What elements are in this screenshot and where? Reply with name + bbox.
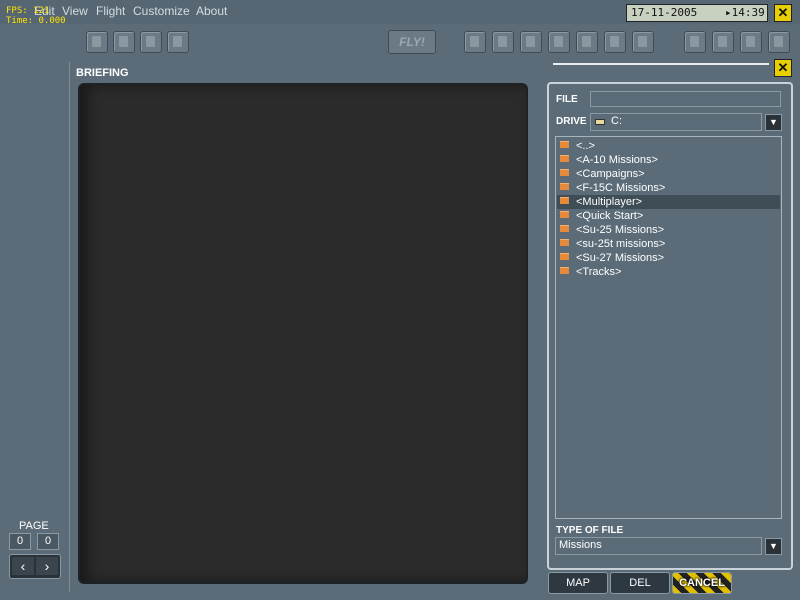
menu-flight[interactable]: Flight (96, 4, 125, 18)
file-name-input[interactable] (590, 91, 781, 107)
folder-icon (560, 169, 569, 176)
file-list-item[interactable]: <Su-27 Missions> (560, 251, 780, 265)
page-label: PAGE (19, 520, 49, 532)
folder-icon (560, 239, 569, 246)
tool-icon-11 (774, 36, 783, 47)
menu-customize[interactable]: Customize (133, 4, 190, 18)
tool-icon-1 (470, 36, 479, 47)
new-icon (92, 36, 101, 47)
file-label: FILE (556, 94, 578, 105)
file-list-item[interactable]: <..> (560, 139, 780, 153)
app-close-button[interactable]: ✕ (774, 4, 792, 22)
clock-time: ▸14:39 (725, 6, 765, 19)
clock-date: 17-11-2005 (631, 6, 698, 19)
file-list-item-label: <F-15C Missions> (576, 182, 666, 194)
page-total: 0 (37, 533, 59, 550)
tool-icon-6 (610, 36, 619, 47)
open-icon (119, 36, 128, 47)
drive-label: DRIVE (556, 116, 587, 127)
next-page-button[interactable]: › (36, 557, 58, 575)
briefing-title: BRIEFING (76, 67, 129, 79)
open-mission-button[interactable] (113, 31, 135, 53)
fps-line: FPS: 121 (6, 6, 50, 16)
file-list-item-label: <Su-25 Missions> (576, 224, 665, 236)
save-icon (146, 36, 155, 47)
tool-button-2[interactable] (492, 31, 514, 53)
tool-icon-9 (718, 36, 727, 47)
page-nav: ‹ › (9, 554, 61, 579)
save-mission-button[interactable] (140, 31, 162, 53)
file-list-item[interactable]: <su-25t missions> (560, 237, 780, 251)
folder-icon (560, 197, 569, 204)
panel-header-line (553, 63, 769, 65)
folder-icon (560, 141, 569, 148)
file-type-dropdown-button[interactable]: ▼ (765, 538, 782, 555)
tool-button-8[interactable] (684, 31, 706, 53)
tool-button-5[interactable] (576, 31, 598, 53)
menu-view[interactable]: View (62, 4, 88, 18)
time-line: Time: 0.000 (6, 16, 66, 26)
file-type-value: Missions (559, 539, 602, 551)
folder-icon (560, 225, 569, 232)
tool-icon-4 (554, 36, 563, 47)
cancel-button[interactable]: CANCEL (672, 572, 732, 594)
folder-icon (560, 211, 569, 218)
file-list-item[interactable]: <Multiplayer> (557, 195, 780, 209)
close-mission-button[interactable] (167, 31, 189, 53)
tool-icon-7 (638, 36, 647, 47)
drive-value: C: (611, 115, 622, 127)
folder-icon (560, 267, 569, 274)
file-list: <..> <A-10 Missions> <Campaigns> <F-15C Mis… (555, 136, 782, 519)
type-of-file-label: TYPE OF FILE (556, 525, 624, 536)
file-list-item[interactable]: <A-10 Missions> (560, 153, 780, 167)
file-list-item-label: <A-10 Missions> (576, 154, 658, 166)
file-list-item-label: <su-25t missions> (576, 238, 666, 250)
tool-icon-8 (690, 36, 699, 47)
tool-button-3[interactable] (520, 31, 542, 53)
tool-button-9[interactable] (712, 31, 734, 53)
file-list-item-label: <..> (576, 140, 595, 152)
menu-about[interactable]: About (196, 4, 227, 18)
prev-page-button[interactable]: ‹ (12, 557, 34, 575)
delete-button[interactable]: DEL (610, 572, 670, 594)
tool-button-7[interactable] (632, 31, 654, 53)
briefing-text-area[interactable] (78, 83, 528, 584)
file-list-item[interactable]: <F-15C Missions> (560, 181, 780, 195)
folder-icon (560, 183, 569, 190)
tool-icon-10 (746, 36, 755, 47)
file-list-item[interactable]: <Quick Start> (560, 209, 780, 223)
file-list-item[interactable]: <Tracks> (560, 265, 780, 279)
map-button[interactable]: MAP (548, 572, 608, 594)
tool-button-11[interactable] (768, 31, 790, 53)
new-mission-button[interactable] (86, 31, 108, 53)
file-list-item[interactable]: <Campaigns> (560, 167, 780, 181)
fly-button[interactable]: FLY! (388, 30, 436, 54)
tool-button-1[interactable] (464, 31, 486, 53)
clock-display: 17-11-2005 ▸14:39 (626, 4, 768, 22)
page-current: 0 (9, 533, 31, 550)
close-icon (173, 36, 182, 47)
folder-icon (560, 253, 569, 260)
file-list-item-label: <Campaigns> (576, 168, 645, 180)
tool-button-6[interactable] (604, 31, 626, 53)
file-list-item-label: <Tracks> (576, 266, 622, 278)
fps-counter: FPS: 121 Time: 0.000 (6, 6, 66, 26)
tool-button-4[interactable] (548, 31, 570, 53)
tool-icon-5 (582, 36, 591, 47)
tool-icon-3 (526, 36, 535, 47)
file-list-item-label: <Quick Start> (576, 210, 644, 222)
file-list-item-label: <Multiplayer> (576, 196, 643, 208)
drive-dropdown-button[interactable]: ▼ (765, 114, 782, 131)
file-list-item-label: <Su-27 Missions> (576, 252, 665, 264)
file-list-item[interactable]: <Su-25 Missions> (560, 223, 780, 237)
folder-icon (560, 155, 569, 162)
panel-close-button[interactable]: ✕ (774, 59, 792, 77)
file-type-select[interactable]: Missions (555, 537, 762, 555)
drive-select[interactable]: C: (590, 113, 762, 131)
drive-icon (595, 119, 605, 125)
tool-icon-2 (498, 36, 507, 47)
tool-button-10[interactable] (740, 31, 762, 53)
